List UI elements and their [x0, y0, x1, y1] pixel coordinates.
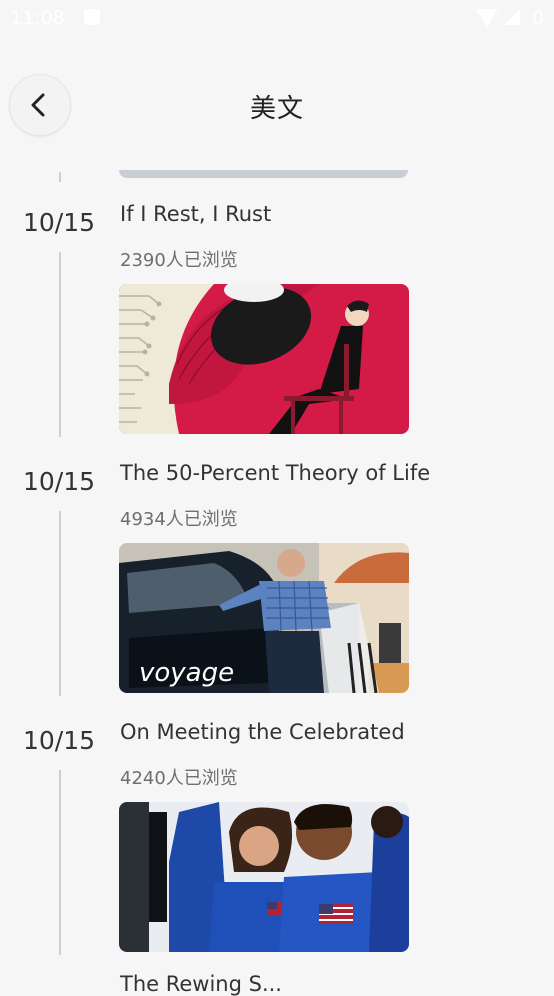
article-entry[interactable]: 10/15 The 50-Percent Theory of Life 4934… — [0, 459, 554, 718]
illustration-man-on-chair — [119, 284, 409, 434]
photo-man-exiting-car: voyage — [119, 543, 409, 693]
entry-views: 4934人已浏览 — [120, 509, 238, 530]
entry-date: 10/15 — [23, 467, 96, 496]
signal-icon — [504, 9, 520, 25]
entry-thumbnail[interactable] — [119, 284, 409, 434]
page-title: 美文 — [249, 94, 304, 124]
timeline-line — [59, 252, 61, 437]
entry-date: 10/15 — [23, 726, 96, 755]
article-entry[interactable]: 10/15 If I Rest, I Rust 2390人已浏览 — [0, 200, 554, 459]
entry-thumbnail[interactable] — [119, 802, 409, 952]
entry-thumbnail[interactable]: voyage — [119, 543, 409, 693]
next-entry-title[interactable]: The Rewing S... — [120, 972, 282, 996]
battery-level: 0 — [532, 7, 545, 29]
entry-date: 10/15 — [23, 208, 96, 237]
previous-entry-image[interactable] — [119, 150, 408, 178]
status-time: 11:08 — [10, 7, 65, 29]
photo-students-in-flight-suits — [119, 802, 409, 952]
entry-views: 2390人已浏览 — [120, 250, 238, 271]
entry-views: 4240人已浏览 — [120, 768, 238, 789]
wifi-icon — [476, 9, 498, 27]
notification-icon — [84, 9, 100, 25]
voyage-watermark: voyage — [139, 658, 234, 688]
status-bar: 11:08 0 — [0, 0, 554, 38]
timeline-line — [59, 770, 61, 955]
entry-title[interactable]: On Meeting the Celebrated — [120, 720, 405, 744]
header: 美文 — [0, 60, 554, 150]
article-entry[interactable]: 10/15 On Meeting the Celebrated 4240人已浏览 — [0, 718, 554, 977]
entry-title[interactable]: The 50-Percent Theory of Life — [120, 461, 430, 485]
timeline-line — [59, 172, 61, 182]
timeline-line — [59, 511, 61, 696]
entry-title[interactable]: If I Rest, I Rust — [120, 202, 271, 226]
